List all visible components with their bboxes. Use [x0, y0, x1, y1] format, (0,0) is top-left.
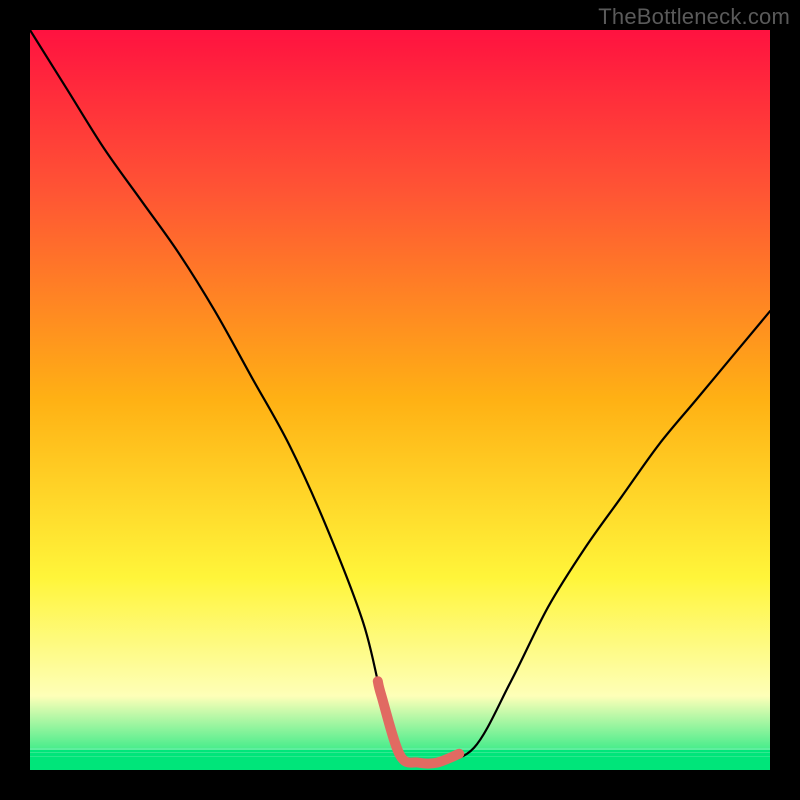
plot-background	[30, 30, 770, 770]
watermark-text: TheBottleneck.com	[598, 4, 790, 30]
chart-frame: TheBottleneck.com	[0, 0, 800, 800]
bottleneck-chart	[0, 0, 800, 800]
